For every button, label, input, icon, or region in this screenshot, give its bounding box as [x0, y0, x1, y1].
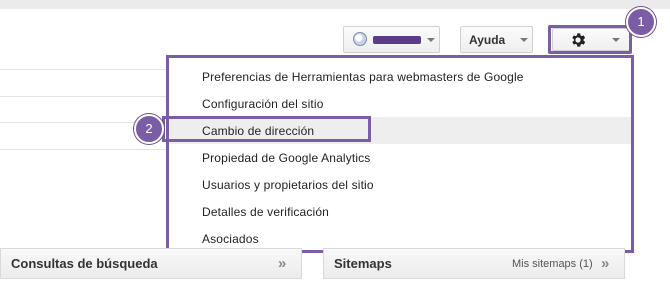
menu-item-label: Configuración del sitio: [202, 97, 324, 111]
menu-item-label: Cambio de dirección: [202, 124, 315, 138]
redacted-account-name: [373, 36, 421, 44]
menu-item-change-of-address[interactable]: Cambio de dirección: [169, 117, 631, 144]
gear-icon: [572, 33, 586, 47]
globe-icon: [353, 32, 367, 46]
settings-button[interactable]: [552, 28, 630, 51]
divider: [0, 149, 166, 150]
search-queries-panel-header[interactable]: Consultas de búsqueda »: [0, 248, 302, 279]
menu-item-verification-details[interactable]: Detalles de verificación: [169, 198, 631, 225]
double-chevron-right-icon[interactable]: »: [601, 255, 610, 272]
divider: [0, 96, 166, 97]
menu-item-google-analytics-property[interactable]: Propiedad de Google Analytics: [169, 144, 631, 171]
sitemaps-panel-header[interactable]: Sitemaps Mis sitemaps (1) »: [323, 248, 625, 279]
account-switcher-button[interactable]: [343, 26, 440, 53]
top-strip: [0, 0, 670, 9]
double-chevron-right-icon[interactable]: »: [278, 255, 287, 272]
panel-title: Sitemaps: [334, 256, 392, 271]
my-sitemaps-link[interactable]: Mis sitemaps (1): [512, 258, 593, 270]
menu-item-label: Propiedad de Google Analytics: [202, 151, 371, 165]
divider: [0, 69, 166, 70]
menu-item-users-and-owners[interactable]: Usuarios y propietarios del sitio: [169, 171, 631, 198]
chevron-down-icon: [612, 38, 620, 42]
menu-item-site-settings[interactable]: Configuración del sitio: [169, 90, 631, 117]
step-badge-2: 2: [134, 114, 164, 144]
menu-item-label: Detalles de verificación: [202, 205, 329, 219]
menu-item-label: Asociados: [202, 232, 259, 246]
chevron-down-icon: [427, 38, 435, 42]
menu-item-webmaster-preferences[interactable]: Preferencias de Herramientas para webmas…: [169, 63, 631, 90]
menu-item-label: Usuarios y propietarios del sitio: [202, 178, 374, 192]
step-badge-1: 1: [626, 7, 656, 37]
help-button[interactable]: Ayuda: [460, 26, 533, 53]
settings-dropdown-menu: Preferencias de Herramientas para webmas…: [166, 55, 634, 253]
panel-title: Consultas de búsqueda: [11, 256, 158, 271]
menu-item-label: Preferencias de Herramientas para webmas…: [202, 70, 524, 84]
help-label: Ayuda: [469, 33, 506, 47]
chevron-down-icon: [520, 38, 528, 42]
